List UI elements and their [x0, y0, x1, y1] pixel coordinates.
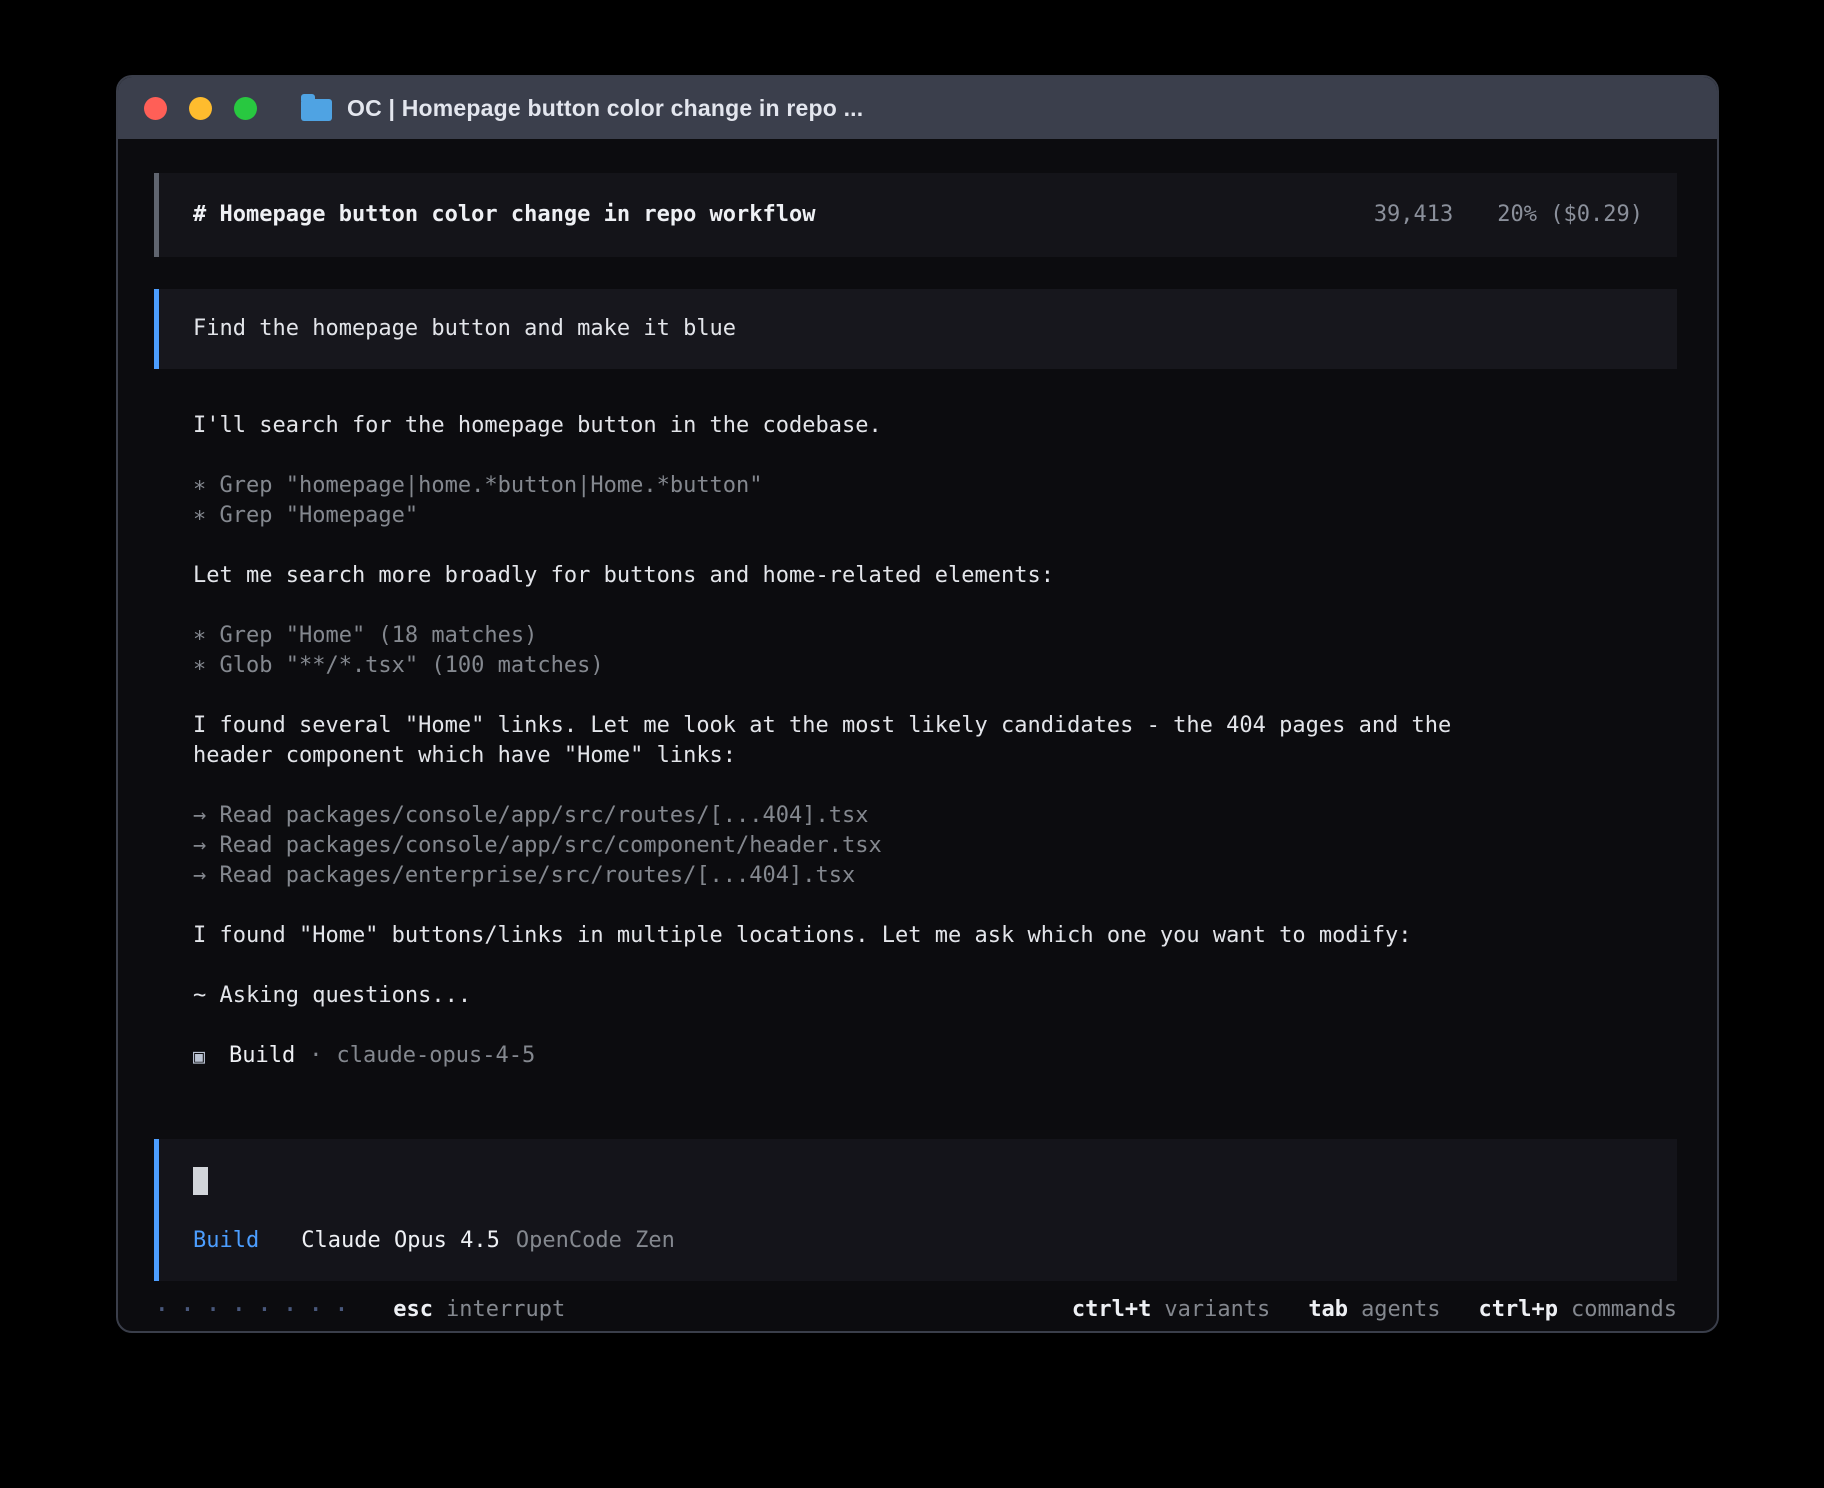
- input-status-line: Build Claude Opus 4.5 OpenCode Zen: [193, 1226, 1643, 1256]
- tool-call-grep: ∗ Grep "Homepage": [193, 501, 1493, 531]
- tool-call-grep: ∗ Grep "Home" (18 matches): [193, 621, 1493, 651]
- agent-name: Build: [229, 1041, 295, 1071]
- assistant-status-text: ~ Asking questions...: [193, 981, 1493, 1011]
- status-bar: ········ esc interrupt ctrl+t variants t…: [154, 1281, 1677, 1333]
- agent-model: claude-opus-4-5: [337, 1041, 536, 1071]
- assistant-paragraph: I found several "Home" links. Let me loo…: [193, 711, 1493, 771]
- user-message-text: Find the homepage button and make it blu…: [193, 316, 736, 341]
- session-stats: 39,413 20% ($0.29): [1374, 200, 1643, 230]
- variants-hint: variants: [1164, 1295, 1270, 1325]
- folder-icon: [301, 99, 332, 121]
- commands-hint: commands: [1571, 1295, 1677, 1325]
- terminal-window: OC | Homepage button color change in rep…: [116, 75, 1719, 1333]
- tool-call-grep: ∗ Grep "homepage|home.*button|Home.*butt…: [193, 471, 1493, 501]
- shortcut-commands: ctrl+p commands: [1479, 1295, 1677, 1325]
- window-titlebar[interactable]: OC | Homepage button color change in rep…: [118, 77, 1717, 139]
- tool-call-group: ∗ Grep "Home" (18 matches) ∗ Glob "**/*.…: [193, 621, 1493, 681]
- assistant-paragraph: I found "Home" buttons/links in multiple…: [193, 921, 1493, 951]
- tool-call-read: → Read packages/enterprise/src/routes/[.…: [193, 861, 1493, 891]
- session-heading: # Homepage button color change in repo w…: [193, 200, 816, 230]
- status-bar-left: ········ esc interrupt: [154, 1295, 565, 1325]
- model-label[interactable]: Claude Opus 4.5: [301, 1226, 500, 1256]
- spinner-dots: ········: [154, 1295, 359, 1325]
- build-agent-icon: ▣: [193, 1041, 205, 1071]
- ctrl-t-key-hint: ctrl+t: [1072, 1295, 1151, 1325]
- agent-mode-label[interactable]: Build: [193, 1226, 259, 1256]
- token-count: 39,413: [1374, 200, 1453, 230]
- assistant-paragraph: I'll search for the homepage button in t…: [193, 411, 1493, 441]
- agent-status-line: ▣ Build · claude-opus-4-5: [193, 1041, 1493, 1071]
- provider-label: OpenCode Zen: [516, 1226, 675, 1256]
- session-header: # Homepage button color change in repo w…: [154, 173, 1677, 257]
- agents-hint: agents: [1361, 1295, 1440, 1325]
- window-title: OC | Homepage button color change in rep…: [347, 95, 863, 122]
- tool-call-glob: ∗ Glob "**/*.tsx" (100 matches): [193, 651, 1493, 681]
- shortcut-agents: tab agents: [1308, 1295, 1440, 1325]
- context-cost: 20% ($0.29): [1497, 200, 1643, 230]
- tab-key-hint: tab: [1308, 1295, 1348, 1325]
- tool-call-read: → Read packages/console/app/src/routes/[…: [193, 801, 1493, 831]
- tool-call-group: → Read packages/console/app/src/routes/[…: [193, 801, 1493, 891]
- zoom-button[interactable]: [234, 97, 257, 120]
- terminal-content: # Homepage button color change in repo w…: [118, 139, 1717, 1333]
- user-message: Find the homepage button and make it blu…: [154, 289, 1677, 369]
- assistant-paragraph: Let me search more broadly for buttons a…: [193, 561, 1493, 591]
- interrupt-hint: interrupt: [446, 1295, 565, 1325]
- esc-key-hint: esc: [393, 1295, 433, 1325]
- shortcut-variants: ctrl+t variants: [1072, 1295, 1270, 1325]
- prompt-input[interactable]: Build Claude Opus 4.5 OpenCode Zen: [154, 1139, 1677, 1281]
- text-cursor: [193, 1167, 208, 1195]
- status-bar-right: ctrl+t variants tab agents ctrl+p comman…: [1072, 1295, 1677, 1325]
- close-button[interactable]: [144, 97, 167, 120]
- ctrl-p-key-hint: ctrl+p: [1479, 1295, 1558, 1325]
- agent-separator: ·: [309, 1041, 322, 1071]
- tool-call-read: → Read packages/console/app/src/componen…: [193, 831, 1493, 861]
- tool-call-group: ∗ Grep "homepage|home.*button|Home.*butt…: [193, 471, 1493, 531]
- assistant-transcript: I'll search for the homepage button in t…: [154, 411, 1677, 1101]
- minimize-button[interactable]: [189, 97, 212, 120]
- window-title-group: OC | Homepage button color change in rep…: [301, 95, 863, 122]
